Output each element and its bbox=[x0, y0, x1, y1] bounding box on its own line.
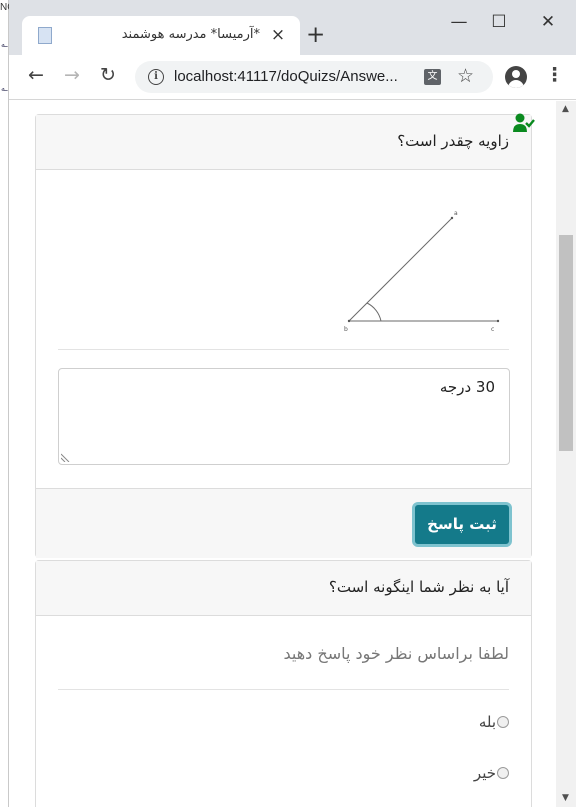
address-bar[interactable]: i localhost:41117/doQuizs/Answe... 文 ☆ bbox=[135, 61, 493, 93]
divider bbox=[58, 689, 509, 690]
new-tab-button[interactable]: + bbox=[306, 24, 325, 47]
user-check-icon bbox=[513, 113, 535, 132]
vertex-label: c bbox=[491, 326, 494, 333]
browser-tab-active[interactable]: *آرمیسا* مدرسه هوشمند × bbox=[22, 16, 300, 55]
tab-strip: *آرمیسا* مدرسه هوشمند × + — ☐ ✕ bbox=[9, 0, 576, 55]
option-label[interactable]: خیر bbox=[474, 764, 496, 782]
url-text[interactable]: localhost:41117/doQuizs/Answe... bbox=[174, 68, 398, 85]
reload-button[interactable]: ↻ bbox=[95, 64, 121, 86]
page-content: زاویه چقدر است؟ a b c 30 درجه ثبت پاسخ آ… bbox=[9, 101, 556, 807]
radio-button[interactable] bbox=[497, 767, 509, 779]
profile-icon[interactable] bbox=[505, 66, 527, 88]
browser-window: NC ـه ـه *آرمیسا* مدرسه هوشمند × + — ☐ ✕… bbox=[0, 0, 576, 807]
question-card-1: زاویه چقدر است؟ a b c 30 درجه ثبت پاسخ bbox=[35, 113, 535, 558]
question-footer: ثبت پاسخ bbox=[36, 488, 531, 558]
answer-textarea[interactable]: 30 درجه bbox=[58, 368, 510, 465]
option-label[interactable]: بله bbox=[479, 713, 496, 731]
page-favicon-icon bbox=[38, 27, 52, 44]
divider bbox=[58, 349, 509, 350]
option-yes[interactable]: بله bbox=[479, 713, 509, 731]
question-text: آیا به نظر شما اینگونه است؟ bbox=[328, 578, 509, 596]
scroll-down-icon[interactable]: ▼ bbox=[562, 793, 569, 803]
question-header: زاویه چقدر است؟ bbox=[36, 115, 531, 170]
question-text: زاویه چقدر است؟ bbox=[397, 132, 509, 150]
answer-value[interactable]: 30 درجه bbox=[440, 378, 495, 396]
option-no[interactable]: خیر bbox=[474, 764, 509, 782]
maximize-button[interactable]: ☐ bbox=[484, 12, 514, 32]
back-button[interactable]: ← bbox=[23, 64, 49, 86]
forward-button[interactable]: → bbox=[59, 64, 85, 86]
radio-button[interactable] bbox=[497, 716, 509, 728]
minimize-button[interactable]: — bbox=[444, 12, 474, 32]
submit-answer-button[interactable]: ثبت پاسخ bbox=[412, 502, 512, 547]
vertex-label: b bbox=[344, 326, 348, 333]
vertex-label: a bbox=[454, 210, 458, 217]
scroll-up-icon[interactable]: ▲ bbox=[562, 104, 569, 114]
angle-diagram: a b c bbox=[344, 210, 500, 333]
menu-kebab-icon[interactable]: ⋮ bbox=[545, 64, 564, 86]
background-window-mark: ـه bbox=[1, 40, 8, 49]
browser-toolbar: ← → ↻ i localhost:41117/doQuizs/Answe...… bbox=[9, 55, 576, 100]
scrollbar-thumb[interactable] bbox=[559, 235, 573, 451]
close-window-button[interactable]: ✕ bbox=[533, 12, 563, 32]
bookmark-star-icon[interactable]: ☆ bbox=[457, 65, 474, 87]
background-window-edge: NC ـه ـه bbox=[0, 0, 14, 807]
info-icon[interactable]: i bbox=[148, 69, 164, 85]
tab-title: *آرمیسا* مدرسه هوشمند bbox=[121, 27, 260, 42]
question-hint: لطفا براساس نظر خود پاسخ دهید bbox=[283, 644, 509, 663]
tab-close-icon[interactable]: × bbox=[268, 25, 288, 45]
background-window-mark: ـه bbox=[1, 84, 8, 93]
resize-grip-icon[interactable] bbox=[61, 452, 71, 462]
question-card-2: آیا به نظر شما اینگونه است؟ لطفا براساس … bbox=[35, 560, 532, 807]
question-header: آیا به نظر شما اینگونه است؟ bbox=[36, 561, 531, 616]
page-scrollbar[interactable]: ▲ ▼ bbox=[556, 101, 576, 807]
translate-icon[interactable]: 文 bbox=[424, 69, 441, 85]
